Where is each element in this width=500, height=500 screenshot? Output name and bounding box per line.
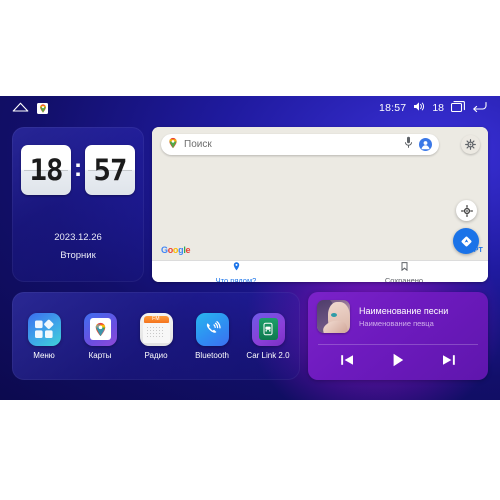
- music-artist-name: Наименование певца: [359, 318, 434, 328]
- location-pin-icon: [233, 258, 240, 276]
- album-art-eye: [331, 313, 337, 317]
- recents-icon[interactable]: [450, 101, 465, 115]
- status-bar: 18:57 18: [0, 96, 500, 120]
- map-nav-nearby-label: Что рядом?: [215, 276, 257, 282]
- app-bluetooth[interactable]: Bluetooth: [186, 312, 238, 360]
- status-bar-left: [0, 102, 48, 115]
- clock-hours-card: 18: [21, 145, 71, 195]
- next-track-icon[interactable]: [439, 350, 459, 370]
- my-location-button[interactable]: [456, 200, 477, 221]
- bookmark-icon: [401, 258, 408, 276]
- maps-pin-icon: [168, 136, 178, 154]
- back-icon[interactable]: [472, 101, 487, 116]
- volume-icon[interactable]: [413, 101, 425, 115]
- previous-track-icon[interactable]: [337, 350, 357, 370]
- play-icon[interactable]: [388, 350, 408, 370]
- map-start-label: СТАРТ: [459, 247, 483, 254]
- app-radio[interactable]: FM Радио: [130, 312, 182, 360]
- apps-dock: Меню Карты FM Радио Bluetooth Car Link 2…: [12, 292, 300, 380]
- map-bottom-nav: Что рядом? Сохранено: [152, 260, 488, 282]
- car-link-device: [258, 318, 278, 340]
- clock-weekday: Вторник: [60, 250, 96, 261]
- clock-minutes: 57: [93, 152, 128, 187]
- google-watermark: Google: [161, 245, 191, 255]
- music-controls: [308, 350, 488, 370]
- volume-level: 18: [432, 102, 444, 114]
- account-avatar-icon[interactable]: [419, 138, 432, 151]
- grid-menu-icon: [27, 312, 61, 346]
- car-head-unit-home-screen: 18:57 18 18 : 57 2023.12.26 Вторник Поис…: [0, 96, 500, 400]
- home-icon[interactable]: [12, 102, 29, 115]
- map-nav-saved-label: Сохранено: [384, 276, 424, 282]
- music-meta: Наименование песни Наименование певца: [359, 306, 448, 328]
- app-maps[interactable]: Карты: [74, 312, 126, 360]
- flip-clock: 18 : 57: [12, 145, 144, 195]
- app-maps-label: Карты: [88, 350, 112, 360]
- google-maps-notification-icon[interactable]: [37, 102, 48, 114]
- clock-separator: :: [73, 154, 83, 182]
- radio-icon: FM: [139, 312, 173, 346]
- map-nav-nearby[interactable]: Что рядом?: [152, 261, 320, 282]
- clock-date: 2023.12.26: [54, 232, 102, 243]
- map-layers-button[interactable]: [461, 135, 480, 154]
- clock-widget[interactable]: 18 : 57 2023.12.26 Вторник: [12, 127, 144, 282]
- status-bar-right: 18:57 18: [379, 101, 500, 116]
- google-maps-widget[interactable]: Поиск СТАРТ Google Что рядом? Сохранено: [152, 127, 488, 282]
- radio-fm-band: FM: [143, 315, 169, 323]
- album-art: [317, 300, 350, 333]
- microphone-icon[interactable]: [404, 136, 413, 154]
- clock-minutes-card: 57: [85, 145, 135, 195]
- bluetooth-phone-icon: [195, 312, 229, 346]
- status-time: 18:57: [379, 102, 407, 114]
- music-divider: [318, 344, 478, 345]
- music-player-widget[interactable]: Наименование песни Наименование певца: [308, 292, 488, 380]
- app-car-link-label: Car Link 2.0: [246, 350, 290, 360]
- map-search-bar[interactable]: Поиск: [161, 134, 439, 155]
- clock-hours: 18: [29, 152, 64, 187]
- music-track-info: Наименование песни Наименование певца: [317, 300, 448, 333]
- map-search-placeholder[interactable]: Поиск: [184, 139, 398, 150]
- radio-speaker-grill: [145, 325, 163, 339]
- car-link-icon: [251, 312, 285, 346]
- map-nav-saved[interactable]: Сохранено: [320, 261, 488, 282]
- app-radio-label: Радио: [144, 350, 168, 360]
- app-menu[interactable]: Меню: [18, 312, 70, 360]
- app-menu-label: Меню: [33, 350, 55, 360]
- app-car-link[interactable]: Car Link 2.0: [242, 312, 294, 360]
- maps-tile: [89, 318, 111, 340]
- google-maps-icon: [83, 312, 117, 346]
- app-bluetooth-label: Bluetooth: [195, 350, 229, 360]
- music-track-title: Наименование песни: [359, 305, 449, 316]
